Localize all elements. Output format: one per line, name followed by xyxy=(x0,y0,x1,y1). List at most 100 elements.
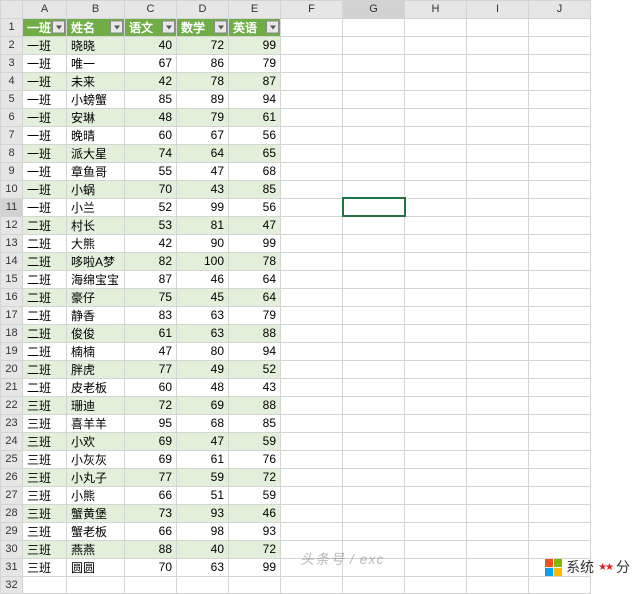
empty-cell[interactable] xyxy=(343,288,405,306)
data-cell[interactable]: 72 xyxy=(177,36,229,54)
empty-cell[interactable] xyxy=(529,342,591,360)
empty-cell[interactable] xyxy=(343,108,405,126)
empty-cell[interactable] xyxy=(343,162,405,180)
data-cell[interactable]: 72 xyxy=(125,396,177,414)
data-cell[interactable]: 79 xyxy=(229,306,281,324)
data-cell[interactable]: 85 xyxy=(229,414,281,432)
data-cell[interactable]: 87 xyxy=(125,270,177,288)
data-cell[interactable]: 70 xyxy=(125,558,177,576)
data-cell[interactable]: 47 xyxy=(177,162,229,180)
row-header-18[interactable]: 18 xyxy=(1,324,23,342)
data-cell[interactable]: 80 xyxy=(177,342,229,360)
empty-cell[interactable] xyxy=(529,252,591,270)
empty-cell[interactable] xyxy=(405,468,467,486)
col-header-B[interactable]: B xyxy=(67,1,125,19)
empty-cell[interactable] xyxy=(529,234,591,252)
empty-cell[interactable] xyxy=(343,432,405,450)
empty-cell[interactable] xyxy=(467,504,529,522)
row-header-6[interactable]: 6 xyxy=(1,108,23,126)
empty-cell[interactable] xyxy=(405,504,467,522)
row-header-10[interactable]: 10 xyxy=(1,180,23,198)
empty-cell[interactable] xyxy=(529,450,591,468)
empty-cell[interactable] xyxy=(467,72,529,90)
data-cell[interactable]: 一班 xyxy=(23,126,67,144)
empty-cell[interactable] xyxy=(343,468,405,486)
empty-cell[interactable] xyxy=(405,342,467,360)
data-cell[interactable]: 燕燕 xyxy=(67,540,125,558)
empty-cell[interactable] xyxy=(281,306,343,324)
data-cell[interactable]: 67 xyxy=(125,54,177,72)
data-cell[interactable]: 94 xyxy=(229,90,281,108)
data-cell[interactable]: 64 xyxy=(229,270,281,288)
empty-cell[interactable] xyxy=(343,216,405,234)
empty-cell[interactable] xyxy=(467,54,529,72)
empty-cell[interactable] xyxy=(467,450,529,468)
empty-cell[interactable] xyxy=(343,18,405,36)
col-header-C[interactable]: C xyxy=(125,1,177,19)
data-cell[interactable]: 83 xyxy=(125,306,177,324)
row-header-30[interactable]: 30 xyxy=(1,540,23,558)
data-cell[interactable]: 76 xyxy=(229,450,281,468)
empty-cell[interactable] xyxy=(529,72,591,90)
empty-cell[interactable] xyxy=(281,360,343,378)
data-cell[interactable]: 45 xyxy=(177,288,229,306)
table-header-a[interactable]: 一班 xyxy=(23,18,67,36)
filter-dropdown-icon[interactable] xyxy=(162,21,175,34)
data-cell[interactable]: 派大星 xyxy=(67,144,125,162)
data-cell[interactable]: 93 xyxy=(177,504,229,522)
data-cell[interactable]: 52 xyxy=(229,360,281,378)
empty-cell[interactable] xyxy=(405,540,467,558)
empty-cell[interactable] xyxy=(281,342,343,360)
empty-cell[interactable] xyxy=(405,252,467,270)
data-cell[interactable]: 42 xyxy=(125,234,177,252)
empty-cell[interactable] xyxy=(343,360,405,378)
table-header-d[interactable]: 数学 xyxy=(177,18,229,36)
row-header-26[interactable]: 26 xyxy=(1,468,23,486)
empty-cell[interactable] xyxy=(281,108,343,126)
data-cell[interactable]: 78 xyxy=(177,72,229,90)
empty-cell[interactable] xyxy=(281,234,343,252)
empty-cell[interactable] xyxy=(405,144,467,162)
data-cell[interactable]: 大熊 xyxy=(67,234,125,252)
data-cell[interactable]: 59 xyxy=(229,486,281,504)
data-cell[interactable]: 小螃蟹 xyxy=(67,90,125,108)
data-cell[interactable]: 海绵宝宝 xyxy=(67,270,125,288)
data-cell[interactable]: 皮老板 xyxy=(67,378,125,396)
data-cell[interactable]: 61 xyxy=(125,324,177,342)
data-cell[interactable]: 77 xyxy=(125,468,177,486)
empty-cell[interactable] xyxy=(467,180,529,198)
empty-cell[interactable] xyxy=(281,54,343,72)
empty-cell[interactable] xyxy=(405,162,467,180)
col-header-H[interactable]: H xyxy=(405,1,467,19)
empty-cell[interactable] xyxy=(467,558,529,576)
data-cell[interactable]: 75 xyxy=(125,288,177,306)
data-cell[interactable]: 66 xyxy=(125,522,177,540)
row-header-16[interactable]: 16 xyxy=(1,288,23,306)
empty-cell[interactable] xyxy=(405,522,467,540)
filter-dropdown-icon[interactable] xyxy=(110,21,123,34)
row-header-9[interactable]: 9 xyxy=(1,162,23,180)
row-header-31[interactable]: 31 xyxy=(1,558,23,576)
empty-cell[interactable] xyxy=(467,36,529,54)
empty-cell[interactable] xyxy=(529,90,591,108)
empty-cell[interactable] xyxy=(405,108,467,126)
empty-cell[interactable] xyxy=(529,288,591,306)
empty-cell[interactable] xyxy=(405,324,467,342)
data-cell[interactable]: 43 xyxy=(229,378,281,396)
table-header-c[interactable]: 语文 xyxy=(125,18,177,36)
table-header-e[interactable]: 英语 xyxy=(229,18,281,36)
empty-cell[interactable] xyxy=(467,414,529,432)
empty-cell[interactable] xyxy=(281,252,343,270)
data-cell[interactable]: 蟹黄堡 xyxy=(67,504,125,522)
empty-cell[interactable] xyxy=(343,90,405,108)
data-cell[interactable]: 一班 xyxy=(23,54,67,72)
data-cell[interactable]: 79 xyxy=(229,54,281,72)
data-cell[interactable]: 55 xyxy=(125,162,177,180)
empty-cell[interactable] xyxy=(405,216,467,234)
data-cell[interactable]: 静香 xyxy=(67,306,125,324)
empty-cell[interactable] xyxy=(529,378,591,396)
data-cell[interactable]: 47 xyxy=(229,216,281,234)
data-cell[interactable]: 86 xyxy=(177,54,229,72)
empty-cell[interactable] xyxy=(529,522,591,540)
data-cell[interactable]: 49 xyxy=(177,360,229,378)
